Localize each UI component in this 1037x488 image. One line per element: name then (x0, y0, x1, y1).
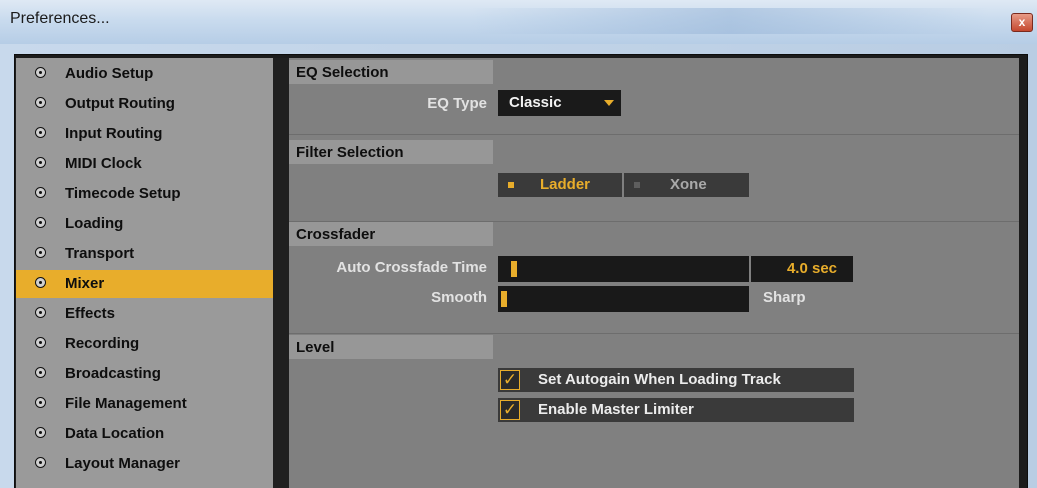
sidebar-item-file-management[interactable]: File Management (16, 390, 273, 418)
section-title: Filter Selection (296, 144, 404, 161)
section-title: Level (296, 339, 335, 356)
eq-type-value: Classic (509, 94, 562, 111)
section-separator (289, 333, 1019, 334)
master-limiter-label: Enable Master Limiter (538, 401, 694, 418)
sidebar-item-label: Mixer (65, 275, 105, 292)
radio-bullet-icon (35, 187, 46, 198)
radio-bullet-icon (35, 337, 46, 348)
sidebar-item-label: Audio Setup (65, 65, 154, 82)
section-title: EQ Selection (296, 64, 389, 81)
sidebar-item-label: Output Routing (65, 95, 175, 112)
slider-handle[interactable] (511, 261, 517, 277)
window-title: Preferences... (10, 10, 110, 27)
auto-crossfade-time-value[interactable]: 4.0 sec (751, 256, 853, 282)
sidebar-item-label: File Management (65, 395, 187, 412)
filter-option-ladder[interactable]: Ladder (498, 173, 622, 197)
close-button[interactable]: x (1011, 13, 1033, 32)
sidebar-item-output-routing[interactable]: Output Routing (16, 90, 273, 118)
sidebar-item-label: Loading (65, 215, 124, 232)
mixer-settings-panel: EQ Selection EQ Type Classic Filter Sele… (289, 58, 1019, 488)
auto-crossfade-time-slider[interactable] (498, 256, 749, 282)
sidebar-item-label: Layout Manager (65, 455, 181, 472)
crossfader-curve-sharp-label: Sharp (763, 289, 806, 306)
section-separator (289, 134, 1019, 135)
radio-bullet-icon (35, 367, 46, 378)
sidebar-item-effects[interactable]: Effects (16, 300, 273, 328)
radio-bullet-icon (35, 127, 46, 138)
title-bar-sheen (470, 8, 990, 34)
sidebar-item-label: MIDI Clock (65, 155, 142, 172)
triangle-down-icon (604, 100, 614, 106)
filter-option-label: Xone (670, 176, 707, 193)
sidebar-item-label: Input Routing (65, 125, 163, 142)
sidebar-item-recording[interactable]: Recording (16, 330, 273, 358)
eq-type-label: EQ Type (427, 95, 487, 112)
selected-indicator-icon (508, 182, 514, 188)
sidebar-item-label: Effects (65, 305, 116, 322)
radio-bullet-icon (35, 457, 46, 468)
sidebar-item-label: Data Location (65, 425, 165, 442)
slider-handle[interactable] (501, 291, 507, 307)
radio-bullet-icon (35, 307, 46, 318)
sidebar-item-transport[interactable]: Transport (16, 240, 273, 268)
sidebar-item-audio-setup[interactable]: Audio Setup (16, 60, 273, 88)
panel-right-edge (1019, 58, 1026, 488)
section-header-eq: EQ Selection (289, 60, 493, 84)
unselected-indicator-icon (634, 182, 640, 188)
checkmark-icon[interactable]: ✓ (500, 370, 520, 390)
section-title: Crossfader (296, 226, 376, 243)
crossfader-curve-smooth-label: Smooth (431, 289, 487, 306)
filter-option-label: Ladder (540, 176, 591, 193)
eq-type-dropdown[interactable]: Classic (498, 90, 621, 116)
sidebar-item-midi-clock[interactable]: MIDI Clock (16, 150, 273, 178)
sidebar-item-loading[interactable]: Loading (16, 210, 273, 238)
radio-bullet-icon (35, 397, 46, 408)
radio-bullet-icon (35, 67, 46, 78)
sidebar-item-layout-manager[interactable]: Layout Manager (16, 450, 273, 478)
autogain-label: Set Autogain When Loading Track (538, 371, 781, 388)
autogain-checkbox-row[interactable]: ✓ Set Autogain When Loading Track (498, 368, 854, 392)
title-bar[interactable]: Preferences... x (0, 0, 1037, 44)
sidebar-item-input-routing[interactable]: Input Routing (16, 120, 273, 148)
radio-bullet-icon (35, 277, 46, 288)
close-icon: x (1018, 15, 1026, 29)
filter-option-xone[interactable]: Xone (624, 173, 749, 197)
section-header-level: Level (289, 335, 493, 359)
sidebar-item-data-location[interactable]: Data Location (16, 420, 273, 448)
sidebar-item-mixer[interactable]: Mixer (16, 270, 273, 298)
master-limiter-checkbox-row[interactable]: ✓ Enable Master Limiter (498, 398, 854, 422)
sidebar-item-label: Timecode Setup (65, 185, 181, 202)
sidebar-item-broadcasting[interactable]: Broadcasting (16, 360, 273, 388)
preferences-sidebar: Audio Setup Output Routing Input Routing… (16, 58, 273, 488)
panel-divider (273, 58, 289, 488)
section-header-crossfader: Crossfader (289, 222, 493, 246)
radio-bullet-icon (35, 247, 46, 258)
checkmark-icon[interactable]: ✓ (500, 400, 520, 420)
sidebar-item-label: Transport (65, 245, 135, 262)
section-header-filter: Filter Selection (289, 140, 493, 164)
crossfader-curve-slider[interactable] (498, 286, 749, 312)
radio-bullet-icon (35, 427, 46, 438)
radio-bullet-icon (35, 217, 46, 228)
sidebar-item-timecode-setup[interactable]: Timecode Setup (16, 180, 273, 208)
auto-crossfade-time-readout: 4.0 sec (786, 260, 837, 277)
auto-crossfade-time-label: Auto Crossfade Time (336, 259, 487, 276)
radio-bullet-icon (35, 97, 46, 108)
sidebar-item-label: Broadcasting (65, 365, 161, 382)
sidebar-item-label: Recording (65, 335, 140, 352)
radio-bullet-icon (35, 157, 46, 168)
preferences-window: Preferences... x Audio Setup Output Rout… (0, 0, 1037, 488)
